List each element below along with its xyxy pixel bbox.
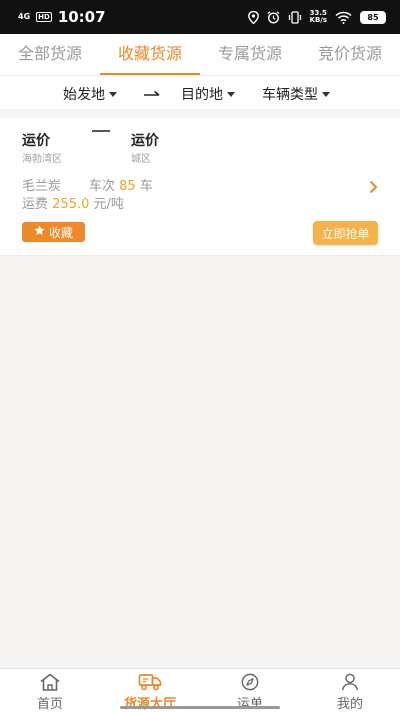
nav-waybill-label: 运单 xyxy=(236,697,263,712)
favorite-button[interactable]: 收藏 xyxy=(22,222,85,242)
battery-indicator: 85 xyxy=(360,10,386,24)
nav-home[interactable]: 首页 xyxy=(0,669,100,712)
origin-price-label: 运价 xyxy=(22,133,50,149)
bottom-nav: 首页 货源大厅 运单 我的 xyxy=(0,668,400,712)
origin-filter-label: 始发地 xyxy=(63,87,105,103)
freight-info: 运费 255.0 元/吨 xyxy=(22,193,124,212)
tab-bidding-cargo[interactable]: 竞价货源 xyxy=(300,34,400,75)
cargo-card[interactable]: 运价 海勃湾区 运价 城区 毛兰炭 车次 85 车 运费 255.0 元/吨 收… xyxy=(0,118,400,256)
wifi-icon xyxy=(335,11,352,24)
destination-filter-label: 目的地 xyxy=(181,87,223,103)
star-icon xyxy=(34,225,45,239)
trips-info: 车次 85 车 xyxy=(89,175,153,194)
filter-bar: 始发地 目的地 车辆类型 xyxy=(0,76,400,110)
goods-name: 毛兰炭 xyxy=(22,179,62,194)
network-speed: 33.5 KB/s xyxy=(309,9,327,24)
vehicle-type-filter[interactable]: 车辆类型 xyxy=(262,84,330,104)
destination-price-label: 运价 xyxy=(131,133,159,149)
nav-profile[interactable]: 我的 xyxy=(300,669,400,712)
truck-icon xyxy=(138,673,162,693)
grab-order-button[interactable]: 立即抢单 xyxy=(313,221,378,245)
home-icon xyxy=(39,673,61,693)
nav-profile-label: 我的 xyxy=(336,697,363,712)
nav-home-label: 首页 xyxy=(36,697,63,712)
favorite-button-label: 收藏 xyxy=(48,225,73,240)
freight-unit: 元/吨 xyxy=(93,197,124,212)
hd-badge: HD xyxy=(36,12,52,22)
trips-value: 85 xyxy=(119,179,136,194)
route-dash xyxy=(92,130,110,132)
destination-filter[interactable]: 目的地 xyxy=(181,84,235,104)
alarm-icon xyxy=(267,10,280,24)
nav-cargo-hall-label: 货源大厅 xyxy=(123,697,176,712)
status-bar: 4G HD 10:07 33.5 KB/s 85 xyxy=(0,0,400,34)
cargo-tabs: 全部货源 收藏货源 专属货源 竞价货源 xyxy=(0,34,400,76)
tab-all-cargo[interactable]: 全部货源 xyxy=(0,34,100,75)
compass-icon xyxy=(240,673,260,693)
caret-down-icon xyxy=(109,91,117,97)
trips-label: 车次 xyxy=(89,179,116,194)
trips-unit: 车 xyxy=(139,179,153,194)
chevron-right-icon[interactable] xyxy=(369,179,378,198)
tab-exclusive-cargo[interactable]: 专属货源 xyxy=(200,34,300,75)
home-indicator xyxy=(120,706,280,709)
freight-label: 运费 xyxy=(22,197,49,212)
tab-favorite-cargo[interactable]: 收藏货源 xyxy=(100,34,200,75)
origin-filter[interactable]: 始发地 xyxy=(63,84,117,104)
user-icon xyxy=(340,673,360,693)
status-time: 10:07 xyxy=(57,8,106,26)
origin-area: 海勃湾区 xyxy=(22,154,62,165)
caret-down-icon xyxy=(227,91,235,97)
vibrate-icon xyxy=(288,10,302,24)
vehicle-type-filter-label: 车辆类型 xyxy=(262,87,318,103)
location-icon xyxy=(247,10,259,24)
caret-down-icon xyxy=(322,91,330,97)
status-left: 4G HD 10:07 xyxy=(18,8,106,26)
destination-area: 城区 xyxy=(131,154,151,165)
network-indicator: 4G xyxy=(18,12,31,21)
arrow-right-icon xyxy=(143,86,161,105)
freight-value: 255.0 xyxy=(52,197,90,212)
status-right: 33.5 KB/s 85 xyxy=(247,9,386,24)
